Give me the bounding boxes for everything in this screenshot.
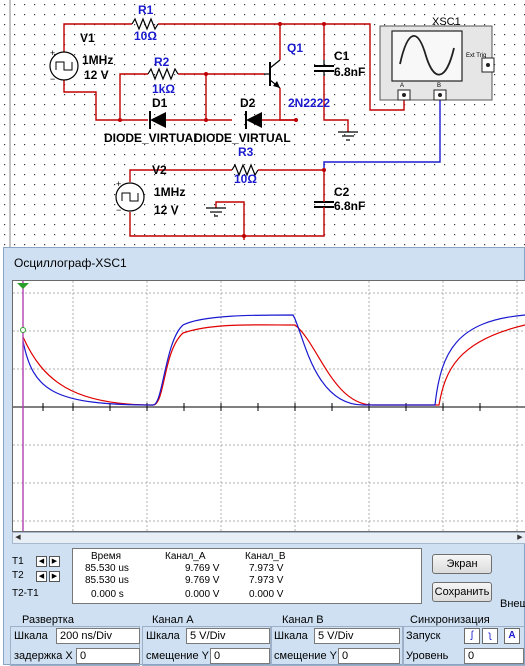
t1-right-arrow-icon[interactable]: ▶ xyxy=(49,556,60,567)
timebase-title: Развертка xyxy=(22,614,74,626)
trigger-level-label: Уровень xyxy=(406,650,449,662)
xsc1-ext-trig-label: Ext Trig xyxy=(466,53,487,59)
schematic-wires: + − + − xyxy=(0,0,525,250)
r3-name: R3 xyxy=(238,145,254,159)
c1-name: C1 xyxy=(334,49,350,63)
trigger-edge-label: Запуск xyxy=(406,630,441,642)
trigger-title: Синхронизация xyxy=(410,614,490,626)
measurement-readout: Время Канал_A Канал_B 85.530 us 9.769 V … xyxy=(72,548,422,604)
scroll-right-icon[interactable]: ▶ xyxy=(516,534,524,542)
channel-b-scale-field[interactable]: 5 V/Div xyxy=(314,628,400,644)
d2-model: DIODE_VIRTUAL xyxy=(194,131,291,145)
d1-name: D1 xyxy=(152,96,168,110)
v1-voltage: 12 V xyxy=(84,68,109,82)
timebase-position-label: задержка X xyxy=(14,650,73,662)
oscilloscope-window: Осциллограф-XSC1 ◀ ▶ T1 ◀ ▶ T2 ◀ ▶ T2-T1… xyxy=(3,247,525,666)
v2-voltage: 12 V xyxy=(154,203,179,217)
c2-name: C2 xyxy=(334,185,350,199)
row1-time: 85.530 us xyxy=(85,563,129,574)
r1-name: R1 xyxy=(138,3,154,17)
save-button[interactable]: Сохранить xyxy=(432,582,492,602)
falling-edge-icon[interactable]: ʅ xyxy=(482,628,498,644)
q1-name: Q1 xyxy=(287,41,304,55)
timebase-scale-field[interactable]: 200 ns/Div xyxy=(56,628,140,644)
r3-value: 10Ω xyxy=(234,172,257,186)
schematic-canvas[interactable]: + − + − V1 1MHz 12 V R1 10Ω R2 1kΩ D1 D2… xyxy=(0,0,525,250)
t2-left-arrow-icon[interactable]: ◀ xyxy=(36,571,47,582)
channel-a-scale-field[interactable]: 5 V/Div xyxy=(186,628,270,644)
channel-b-title: Канал B xyxy=(282,614,324,626)
screen-button[interactable]: Экран xyxy=(432,554,492,574)
channel-b-offset-label: смещение Y xyxy=(274,650,337,662)
v1-freq: 1MHz xyxy=(82,53,114,67)
svg-text:−: − xyxy=(50,74,55,84)
rising-edge-icon[interactable]: ʃ xyxy=(464,628,480,644)
xsc1-port-a: A xyxy=(400,83,405,89)
cursor-t1-label: T1 xyxy=(12,556,24,567)
row2-channel-b: 7.973 V xyxy=(249,575,284,586)
timebase-position-field[interactable]: 0 xyxy=(76,648,140,664)
r2-value: 1kΩ xyxy=(152,82,175,96)
channel-b-trace xyxy=(22,324,525,406)
channel-a-scale-label: Шкала xyxy=(146,630,180,642)
channel-a-trace xyxy=(22,314,525,406)
c1-value: 6.8nF xyxy=(334,65,366,79)
trigger-level-field[interactable]: 0 xyxy=(464,648,524,664)
d1-model: DIODE_VIRTUAL xyxy=(104,131,201,145)
svg-text:+: + xyxy=(50,48,55,58)
row3-channel-b: 0.000 V xyxy=(249,589,284,600)
t2-right-arrow-icon[interactable]: ▶ xyxy=(49,571,60,582)
r1-value: 10Ω xyxy=(134,29,157,43)
channel-a-offset-label: смещение Y xyxy=(146,650,209,662)
xsc1-port-b: B xyxy=(437,83,442,89)
channel-a-offset-field[interactable]: 0 xyxy=(210,648,270,664)
timebase-scale-label: Шкала xyxy=(14,630,48,642)
horizontal-scrollbar[interactable]: ◀ ▶ xyxy=(12,532,525,544)
row1-channel-b: 7.973 V xyxy=(249,563,284,574)
t1-left-arrow-icon[interactable]: ◀ xyxy=(36,556,47,567)
header-channel-b: Канал_B xyxy=(245,551,286,562)
svg-text:+: + xyxy=(116,179,121,189)
waveform-display xyxy=(13,281,525,531)
row2-time: 85.530 us xyxy=(85,575,129,586)
cursor-handle[interactable] xyxy=(17,283,29,289)
r2-name: R2 xyxy=(154,55,170,69)
channel-b-scale-label: Шкала xyxy=(274,630,308,642)
scroll-left-icon[interactable]: ◀ xyxy=(14,534,22,542)
q1-model: 2N2222 xyxy=(288,96,331,110)
v1-name: V1 xyxy=(80,31,95,45)
cursor-controls: T1 ◀ ▶ T2 ◀ ▶ T2-T1 xyxy=(12,548,70,602)
v2-freq: 1MHz xyxy=(154,185,186,199)
row3-channel-a: 0.000 V xyxy=(185,589,220,600)
channel-b-offset-field[interactable]: 0 xyxy=(338,648,400,664)
c2-value: 6.8nF xyxy=(334,199,366,213)
channel-a-title: Канал A xyxy=(152,614,194,626)
cursor-t2-label: T2 xyxy=(12,570,24,581)
xsc1-name: XSC1 xyxy=(432,16,461,28)
svg-text:−: − xyxy=(116,205,121,215)
oscilloscope-screen[interactable] xyxy=(12,280,525,532)
v2-name: V2 xyxy=(152,163,167,177)
header-time: Время xyxy=(91,551,122,562)
d2-name: D2 xyxy=(240,96,256,110)
row3-time: 0.000 s xyxy=(91,589,124,600)
cursor-diff-label: T2-T1 xyxy=(12,588,39,599)
row1-channel-a: 9.769 V xyxy=(185,563,220,574)
trigger-source-a-button[interactable]: A xyxy=(504,628,520,644)
header-channel-a: Канал_A xyxy=(165,551,206,562)
window-title: Осциллограф-XSC1 xyxy=(14,256,127,270)
external-label: Внеш xyxy=(500,598,525,610)
row2-channel-a: 9.769 V xyxy=(185,575,220,586)
